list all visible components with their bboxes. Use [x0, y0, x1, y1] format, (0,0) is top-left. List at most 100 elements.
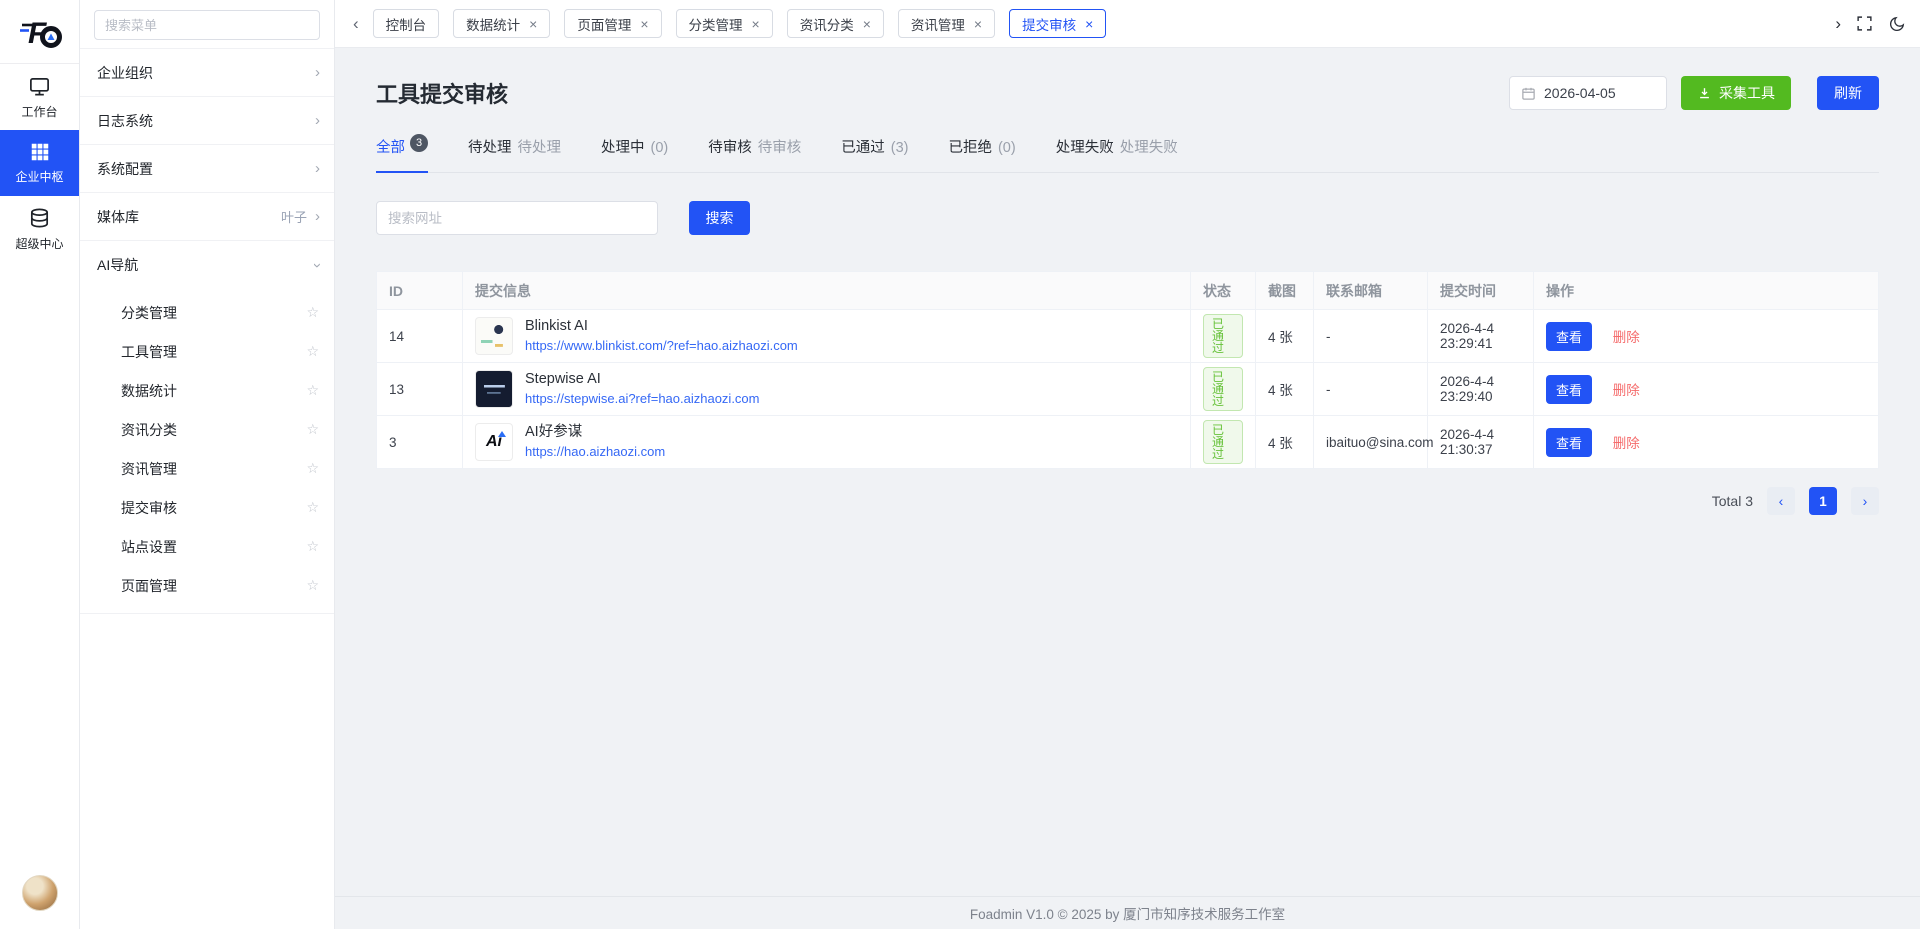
- rail-item-workbench[interactable]: 工作台: [0, 64, 79, 130]
- status-filter-tabs: 全部3 待处理待处理 处理中(0) 待审核待审核 已通过(3) 已拒绝(0) 处…: [376, 136, 1879, 173]
- sidebar-subitem-tool-mgmt[interactable]: 工具管理 ☆: [80, 332, 334, 371]
- col-submit-time: 提交时间: [1428, 272, 1534, 310]
- sidebar-subitem-news-mgmt[interactable]: 资讯管理 ☆: [80, 449, 334, 488]
- star-icon[interactable]: ☆: [306, 421, 319, 438]
- next-page-button[interactable]: ›: [1851, 487, 1879, 515]
- page-1-button[interactable]: 1: [1809, 487, 1837, 515]
- close-icon[interactable]: ×: [863, 17, 871, 31]
- sidebar-subitem-data-stats[interactable]: 数据统计 ☆: [80, 371, 334, 410]
- sidebar-subitem-submission-review[interactable]: 提交审核 ☆: [80, 488, 334, 527]
- tab-submission-review[interactable]: 提交审核 ×: [1009, 9, 1106, 38]
- chevron-right-icon: ›: [315, 209, 320, 224]
- star-icon[interactable]: ☆: [306, 538, 319, 555]
- delete-link[interactable]: 删除: [1613, 383, 1640, 398]
- page-title: 工具提交审核: [376, 77, 508, 109]
- date-picker[interactable]: 2026-04-05: [1509, 76, 1667, 110]
- dark-mode-moon-icon[interactable]: [1888, 15, 1906, 33]
- user-avatar[interactable]: [22, 875, 58, 911]
- sidebar-subitem-news-category[interactable]: 资讯分类 ☆: [80, 410, 334, 449]
- tabs-scroll-left-icon[interactable]: ‹: [349, 14, 363, 34]
- filter-all[interactable]: 全部3: [376, 136, 428, 172]
- col-submission-info: 提交信息: [463, 272, 1191, 310]
- star-icon[interactable]: ☆: [306, 382, 319, 399]
- filter-suffix: 处理失败: [1120, 140, 1178, 156]
- sidebar-subitem-category-mgmt[interactable]: 分类管理 ☆: [80, 293, 334, 332]
- tabbar-actions: ›: [1835, 14, 1906, 34]
- submissions-table: ID 提交信息 状态 截图 联系邮箱 提交时间 操作 14: [376, 271, 1879, 469]
- app-logo[interactable]: F: [0, 0, 79, 64]
- tab-data-stats[interactable]: 数据统计 ×: [453, 9, 550, 38]
- search-button-label: 搜索: [706, 208, 734, 228]
- view-button[interactable]: 查看: [1546, 428, 1592, 457]
- main-area: ‹ 控制台 数据统计 × 页面管理 × 分类管理 × 资讯分类 × 资讯管理: [335, 0, 1920, 929]
- tool-url-link[interactable]: https://hao.aizhaozi.com: [525, 443, 665, 461]
- search-button[interactable]: 搜索: [689, 201, 750, 235]
- cell-id: 13: [377, 363, 463, 416]
- delete-link[interactable]: 删除: [1613, 330, 1640, 345]
- tab-news-category[interactable]: 资讯分类 ×: [787, 9, 884, 38]
- pagination-total: Total 3: [1712, 493, 1753, 509]
- col-screenshots: 截图: [1256, 272, 1314, 310]
- sidebar-subitem-page-mgmt[interactable]: 页面管理 ☆: [80, 566, 334, 605]
- star-icon[interactable]: ☆: [306, 343, 319, 360]
- tab-category-mgmt[interactable]: 分类管理 ×: [676, 9, 773, 38]
- view-button[interactable]: 查看: [1546, 375, 1592, 404]
- site-favicon: Ai: [475, 423, 513, 461]
- cell-screenshots: 4 张: [1256, 416, 1314, 469]
- tool-name: Stepwise AI: [525, 370, 760, 390]
- sidebar-item-ai-nav[interactable]: AI导航 ›: [80, 241, 334, 289]
- col-email: 联系邮箱: [1314, 272, 1428, 310]
- tab-page-mgmt[interactable]: 页面管理 ×: [564, 9, 661, 38]
- tab-label: 页面管理: [577, 14, 631, 34]
- close-icon[interactable]: ×: [529, 17, 537, 31]
- rail-item-super-center[interactable]: 超级中心: [0, 196, 79, 262]
- delete-link[interactable]: 删除: [1613, 436, 1640, 451]
- tool-url-link[interactable]: https://www.blinkist.com/?ref=hao.aizhao…: [525, 337, 798, 355]
- url-search-input[interactable]: [376, 201, 658, 235]
- star-icon[interactable]: ☆: [306, 460, 319, 477]
- fullscreen-icon[interactable]: [1856, 15, 1873, 32]
- prev-page-button[interactable]: ‹: [1767, 487, 1795, 515]
- cell-submit-time: 2026-4-4 23:29:41: [1428, 310, 1534, 363]
- footer-text: Foadmin V1.0 © 2025 by 厦门市知序技术服务工作室: [970, 903, 1285, 923]
- menu-search-input[interactable]: [94, 10, 320, 40]
- close-icon[interactable]: ×: [974, 17, 982, 31]
- pagination: Total 3 ‹ 1 ›: [376, 487, 1879, 515]
- sidebar-item-log-system[interactable]: 日志系统 ›: [80, 97, 334, 145]
- star-icon[interactable]: ☆: [306, 304, 319, 321]
- star-icon[interactable]: ☆: [306, 577, 319, 594]
- tab-news-mgmt[interactable]: 资讯管理 ×: [898, 9, 995, 38]
- sidebar-item-label: 企业组织: [97, 63, 153, 83]
- submission-info: Blinkist AI https://www.blinkist.com/?re…: [475, 317, 1178, 355]
- cell-email: ibaituo@sina.com: [1314, 416, 1428, 469]
- star-icon[interactable]: ☆: [306, 499, 319, 516]
- filter-processing[interactable]: 处理中(0): [601, 136, 668, 172]
- tab-console[interactable]: 控制台: [373, 9, 440, 38]
- filter-suffix: 待审核: [758, 140, 802, 156]
- sidebar-item-system-config[interactable]: 系统配置 ›: [80, 145, 334, 193]
- filter-failed[interactable]: 处理失败处理失败: [1056, 136, 1178, 172]
- filter-pending[interactable]: 待处理待处理: [468, 136, 561, 172]
- refresh-button[interactable]: 刷新: [1817, 76, 1879, 110]
- close-icon[interactable]: ×: [640, 17, 648, 31]
- filter-rejected[interactable]: 已拒绝(0): [948, 136, 1015, 172]
- tool-url-link[interactable]: https://stepwise.ai?ref=hao.aizhaozi.com: [525, 390, 760, 408]
- sidebar-item-label: 日志系统: [97, 111, 153, 131]
- close-icon[interactable]: ×: [1085, 17, 1093, 31]
- collect-tools-button[interactable]: 采集工具: [1681, 76, 1791, 110]
- rail-item-label: 企业中枢: [15, 168, 63, 185]
- sidebar-item-media-library[interactable]: 媒体库 叶子 ›: [80, 193, 334, 241]
- rail-item-enterprise-hub[interactable]: 企业中枢: [0, 130, 79, 196]
- cell-email: -: [1314, 363, 1428, 416]
- sidebar-item-enterprise-org[interactable]: 企业组织 ›: [80, 49, 334, 97]
- count-badge: 3: [410, 134, 428, 152]
- filter-approved[interactable]: 已通过(3): [841, 136, 908, 172]
- view-button[interactable]: 查看: [1546, 322, 1592, 351]
- tabs-scroll-right-icon[interactable]: ›: [1835, 14, 1841, 34]
- table-row: 13 Stepwise AI https://stepwise.ai?ref=h…: [377, 363, 1879, 416]
- content-spacer: [376, 515, 1879, 896]
- close-icon[interactable]: ×: [752, 17, 760, 31]
- filter-awaiting-review[interactable]: 待审核待审核: [708, 136, 801, 172]
- subitem-label: 提交审核: [121, 498, 177, 518]
- sidebar-subitem-site-settings[interactable]: 站点设置 ☆: [80, 527, 334, 566]
